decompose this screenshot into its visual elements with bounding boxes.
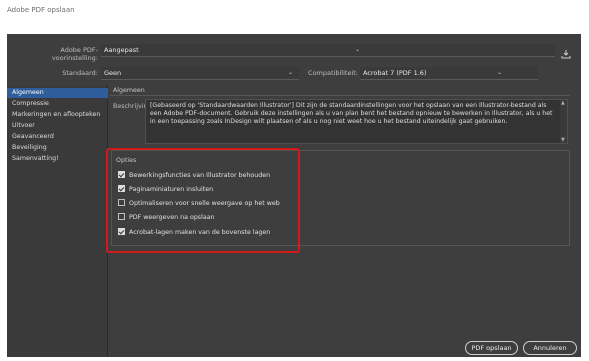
sidebar-item-algemeen[interactable]: Algemeen xyxy=(7,88,108,98)
title-bar: Adobe PDF opslaan xyxy=(0,0,589,22)
sidebar: Algemeen Compressie Markeringen en afloo… xyxy=(7,85,108,357)
sidebar-item-geavanceerd[interactable]: Geavanceerd xyxy=(7,132,108,142)
window-title: Adobe PDF opslaan xyxy=(7,6,75,14)
preset-value: Aangepast xyxy=(104,46,139,54)
save-pdf-button[interactable]: PDF opslaan xyxy=(465,341,518,355)
description-text: [Gebaseerd op 'Standaardwaarden Illustra… xyxy=(150,102,553,125)
description-scrollbar[interactable]: ▲ ▼ xyxy=(560,100,567,143)
highlight-box xyxy=(106,148,300,253)
chevron-down-icon: ⌄ xyxy=(496,69,502,76)
section-title: Algemeen xyxy=(110,86,570,96)
compatibility-value: Acrobat 7 (PDF 1.6) xyxy=(363,69,427,77)
sidebar-item-compressie[interactable]: Compressie xyxy=(7,99,108,109)
description-textarea[interactable]: [Gebaseerd op 'Standaardwaarden Illustra… xyxy=(145,99,568,144)
compatibility-label: Compatibiliteit: xyxy=(308,69,358,77)
scroll-down-icon[interactable]: ▼ xyxy=(561,137,565,143)
standard-select[interactable]: Geen ⌄ xyxy=(101,67,299,80)
sidebar-item-markeringen[interactable]: Markeringen en afloopteken xyxy=(7,110,108,120)
preset-label: Adobe PDF-voorinstelling: xyxy=(51,46,98,62)
sidebar-item-beveiliging[interactable]: Beveiliging xyxy=(7,143,108,153)
chevron-down-icon: ⌄ xyxy=(354,46,360,53)
standard-label: Standaard: xyxy=(62,69,98,77)
sidebar-item-samenvatting[interactable]: Samenvatting! xyxy=(7,154,108,164)
save-preset-icon[interactable] xyxy=(561,49,571,59)
sidebar-item-uitvoer[interactable]: Uitvoer xyxy=(7,121,108,131)
scroll-up-icon[interactable]: ▲ xyxy=(561,100,565,106)
preset-select[interactable]: Aangepast ⌄ xyxy=(101,44,555,57)
cancel-button[interactable]: Annuleren xyxy=(523,341,577,355)
chevron-down-icon: ⌄ xyxy=(287,69,293,76)
compatibility-select[interactable]: Acrobat 7 (PDF 1.6) ⌄ xyxy=(360,67,538,80)
standard-value: Geen xyxy=(104,69,122,77)
